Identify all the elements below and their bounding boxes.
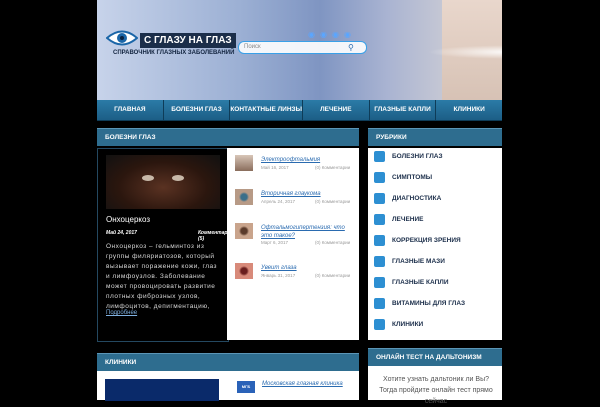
test-description: Хотите узнать дальтоник ли Вы? Тогда про…: [379, 376, 493, 405]
clipboard-icon: [374, 172, 385, 183]
sidebar-item-diagnostics[interactable]: ДИАГНОСТИКА: [374, 192, 500, 212]
article-title-link[interactable]: Электроофтальмия: [261, 156, 356, 164]
clinic-image[interactable]: [105, 379, 219, 401]
pills-icon: [374, 298, 385, 309]
clinics-panel: МГБ Московская глазная клиника: [97, 371, 359, 401]
article-thumbnail[interactable]: [235, 189, 253, 205]
clinic-title-link[interactable]: Московская глазная клиника: [262, 380, 352, 389]
article-date: Март 6, 2017: [261, 240, 289, 245]
article-title-link[interactable]: Вторичная глаукома: [261, 190, 356, 198]
featured-date: Май 24, 2017: [106, 230, 137, 236]
sidebar-item-treatment[interactable]: ЛЕЧЕНИЕ: [374, 213, 500, 233]
article-comments[interactable]: (0) Комментарии: [315, 165, 350, 170]
nav-item-treatment[interactable]: ЛЕЧЕНИЕ: [303, 100, 370, 120]
article-list: Электроофтальмия Май 16, 2017 (0) Коммен…: [227, 148, 359, 340]
sidebar-item-vision-correction[interactable]: КОРРЕКЦИЯ ЗРЕНИЯ: [374, 234, 500, 254]
header-glow: [427, 45, 502, 59]
sidebar-item-ointments[interactable]: ГЛАЗНЫЕ МАЗИ: [374, 255, 500, 275]
nav-item-lenses[interactable]: КОНТАКТНЫЕ ЛИНЗЫ: [230, 100, 303, 120]
rubrics-heading: РУБРИКИ: [368, 128, 502, 146]
site-subtitle: СПРАВОЧНИК ГЛАЗНЫХ ЗАБОЛЕВАНИЙ: [113, 50, 235, 56]
eye-logo-icon[interactable]: [106, 29, 138, 47]
clinic-logo[interactable]: МГБ: [237, 381, 255, 393]
sidebar-item-symptoms[interactable]: СИМПТОМЫ: [374, 171, 500, 191]
article-comments[interactable]: (0) Комментарии: [315, 199, 350, 204]
glasses-icon: [374, 193, 385, 204]
article-title-link[interactable]: Офтальмогипертензия: что это такое?: [261, 224, 356, 240]
article-date: Январь 31, 2017: [261, 273, 296, 278]
dropper-icon: [374, 277, 385, 288]
featured-excerpt: Онхоцеркоз – гельминтоз из группы филяри…: [106, 243, 218, 310]
article-comments[interactable]: (0) Комментарии: [315, 240, 350, 245]
featured-article: Онхоцеркоз Май 24, 2017 Комментарии (5) …: [97, 148, 234, 342]
list-item: Увеит глаза Январь 31, 2017 (0) Коммента…: [235, 258, 359, 292]
facebook-icon[interactable]: ◉: [320, 30, 327, 39]
magnifier-icon: [374, 235, 385, 246]
test-heading: ОНЛАЙН ТЕСТ НА ДАЛЬТОНИЗМ: [368, 348, 502, 366]
nav-item-diseases[interactable]: БОЛЕЗНИ ГЛАЗ: [164, 100, 231, 120]
building-icon: [374, 319, 385, 330]
read-more-link[interactable]: Подробнее: [106, 310, 137, 316]
article-thumbnail[interactable]: [235, 155, 253, 171]
sidebar-item-clinics[interactable]: КЛИНИКИ: [374, 318, 500, 338]
article-date: Апрель 24, 2017: [261, 199, 296, 204]
main-nav: ГЛАВНАЯ БОЛЕЗНИ ГЛАЗ КОНТАКТНЫЕ ЛИНЗЫ ЛЕ…: [97, 100, 502, 121]
vk-icon[interactable]: ◉: [308, 30, 315, 39]
article-comments[interactable]: (0) Комментарии: [315, 273, 350, 278]
article-date: Май 16, 2017: [261, 165, 289, 170]
sidebar-item-diseases[interactable]: БОЛЕЗНИ ГЛАЗ: [374, 150, 500, 170]
search-icon[interactable]: ⚲: [348, 42, 360, 53]
article-title-link[interactable]: Увеит глаза: [261, 264, 356, 272]
list-item: Электроофтальмия Май 16, 2017 (0) Коммен…: [235, 150, 359, 184]
nav-item-home[interactable]: ГЛАВНАЯ: [97, 100, 164, 120]
twitter-icon[interactable]: ◉: [332, 30, 339, 39]
article-thumbnail[interactable]: [235, 263, 253, 279]
sidebar-item-vitamins[interactable]: ВИТАМИНЫ ДЛЯ ГЛАЗ: [374, 297, 500, 317]
sidebar-item-drops[interactable]: ГЛАЗНЫЕ КАПЛИ: [374, 276, 500, 296]
list-item: Вторичная глаукома Апрель 24, 2017 (0) К…: [235, 184, 359, 218]
eye-icon: [374, 151, 385, 162]
site-title[interactable]: С ГЛАЗУ НА ГЛАЗ: [140, 33, 236, 48]
test-panel: Хотите узнать дальтоник ли Вы? Тогда про…: [368, 366, 502, 405]
article-thumbnail[interactable]: [235, 223, 253, 239]
rss-icon[interactable]: ◉: [344, 30, 351, 39]
nav-item-drops[interactable]: ГЛАЗНЫЕ КАПЛИ: [370, 100, 437, 120]
nav-item-clinics[interactable]: КЛИНИКИ: [436, 100, 502, 120]
list-item: Офтальмогипертензия: что это такое? Март…: [235, 218, 359, 252]
featured-image[interactable]: [106, 155, 220, 209]
syringe-icon: [374, 214, 385, 225]
tube-icon: [374, 256, 385, 267]
featured-title[interactable]: Онхоцеркоз: [106, 215, 150, 224]
rubrics-sidebar: БОЛЕЗНИ ГЛАЗ СИМПТОМЫ ДИАГНОСТИКА ЛЕЧЕНИ…: [368, 148, 502, 340]
diseases-heading: БОЛЕЗНИ ГЛАЗ: [97, 128, 359, 146]
clinics-heading: КЛИНИКИ: [97, 353, 359, 371]
